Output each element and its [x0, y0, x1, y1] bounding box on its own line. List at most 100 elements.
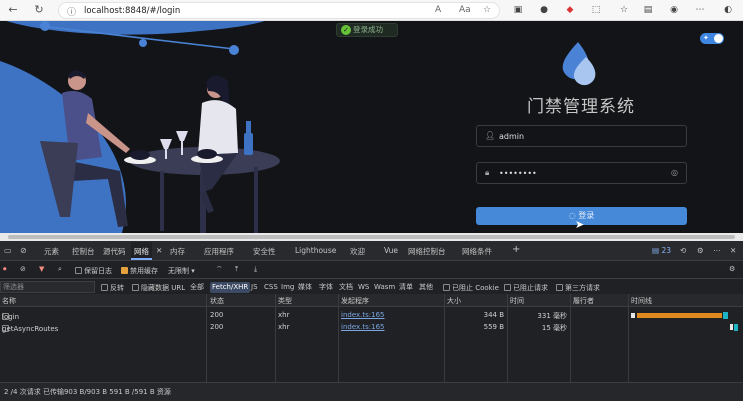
col-name[interactable]: 名称	[2, 296, 16, 306]
tab-memory[interactable]: 内存	[170, 246, 185, 257]
network-status-bar: 2 /4 次请求 已传输903 B/903 B 591 B /591 B 资源	[0, 382, 743, 401]
filter-img[interactable]: Img	[279, 282, 296, 293]
theme-toggle[interactable]: ✦	[700, 33, 724, 44]
tab-sources[interactable]: 源代码	[103, 246, 126, 257]
table-row[interactable]: login 200 xhr index.ts:165 344 B 331 毫秒	[0, 309, 743, 321]
edge-copilot-icon[interactable]: ◐	[722, 4, 734, 16]
eye-icon[interactable]: ◎	[671, 168, 678, 177]
hide-data-urls-checkbox[interactable]: 隐藏数据 URL	[132, 283, 185, 293]
tab-network-conditions[interactable]: 网络条件	[462, 246, 492, 257]
more-options-icon[interactable]: ⋯	[713, 246, 721, 255]
inspect-icon[interactable]: ⊘	[20, 246, 27, 255]
network-request-table: 名称 状态 类型 发起程序 大小 时间 履行者 时间线 login 200 xh…	[0, 294, 743, 382]
col-status[interactable]: 状态	[210, 296, 224, 306]
user-icon: 👤︎	[485, 131, 496, 140]
close-devtools-icon[interactable]: ✕	[730, 246, 736, 255]
tab-console[interactable]: 控制台	[72, 246, 95, 257]
disable-cache-checkbox[interactable]: 禁用缓存	[121, 266, 158, 276]
tab-network-console[interactable]: 网络控制台	[408, 246, 446, 257]
back-icon[interactable]: ←	[6, 3, 20, 17]
tab-welcome[interactable]: 欢迎	[350, 246, 365, 257]
col-fulfilled-by[interactable]: 履行者	[573, 296, 594, 306]
request-status: 200	[210, 311, 224, 319]
issues-badge[interactable]: ▤ 23	[652, 246, 671, 255]
username-input[interactable]	[499, 130, 649, 143]
device-toolbar-icon[interactable]: ▭	[4, 246, 12, 255]
favorite-star-icon[interactable]: ☆	[483, 5, 491, 15]
extension-puzzle-icon[interactable]: ⬚	[590, 4, 602, 16]
info-icon: ⓘ	[67, 8, 77, 18]
password-input[interactable]	[499, 167, 649, 180]
close-tab-icon[interactable]: ✕	[156, 246, 162, 255]
request-size: 344 B	[483, 311, 504, 319]
third-party-checkbox[interactable]: 第三方请求	[556, 283, 600, 293]
more-icon[interactable]: ⋯	[694, 4, 706, 16]
download-icon[interactable]: ⤓	[254, 265, 257, 274]
filter-doc[interactable]: 文档	[337, 282, 355, 293]
scrollbar-thumb[interactable]	[8, 235, 735, 239]
translate-icon[interactable]: Aa	[459, 5, 471, 15]
extension-icon[interactable]: ▣	[512, 4, 524, 16]
filter-js[interactable]: JS	[249, 282, 260, 293]
upload-icon[interactable]: ⤒	[235, 265, 238, 274]
filter-manifest[interactable]: 清单	[397, 282, 415, 293]
add-tab-icon[interactable]: +	[512, 244, 520, 255]
feedback-icon[interactable]: ⟲	[680, 246, 686, 255]
tab-network[interactable]: 网络	[131, 242, 152, 260]
network-settings-icon[interactable]: ⚙	[729, 265, 735, 273]
request-type: xhr	[278, 323, 290, 331]
col-time[interactable]: 时间	[510, 296, 524, 306]
search-icon[interactable]: ⌕	[58, 265, 62, 274]
invert-checkbox[interactable]: 反转	[101, 283, 124, 293]
col-waterfall[interactable]: 时间线	[631, 296, 652, 306]
record-icon[interactable]: ⏺	[3, 265, 7, 274]
request-initiator-link[interactable]: index.ts:165	[341, 311, 385, 319]
filter-other[interactable]: 其他	[417, 282, 435, 293]
wifi-icon[interactable]: ⌔	[216, 265, 223, 274]
preserve-log-checkbox[interactable]: 保留日志	[75, 266, 112, 276]
table-row[interactable]: getAsyncRoutes 200 xhr index.ts:165 559 …	[0, 321, 743, 333]
filter-fetch-xhr[interactable]: Fetch/XHR	[210, 282, 251, 293]
filter-wasm[interactable]: Wasm	[372, 282, 397, 293]
request-type: xhr	[278, 311, 290, 319]
address-bar[interactable]: ⓘ localhost:8848/#/login A Aa ☆	[58, 2, 500, 19]
tab-vue[interactable]: Vue	[384, 246, 398, 255]
waterfall-wait-bar	[637, 313, 722, 318]
col-size[interactable]: 大小	[447, 296, 461, 306]
tab-application[interactable]: 应用程序	[204, 246, 234, 257]
browser-toolbar: ← ↻ ⓘ localhost:8848/#/login A Aa ☆ ▣ ● …	[0, 0, 743, 21]
url-text: localhost:8848/#/login	[84, 6, 181, 16]
column-divider	[444, 294, 445, 382]
read-aloud-icon[interactable]: A	[435, 5, 441, 15]
filter-icon[interactable]: ▼	[39, 265, 44, 273]
col-type[interactable]: 类型	[278, 296, 292, 306]
blocked-cookies-checkbox[interactable]: 已阻止 Cookie	[443, 283, 499, 293]
filter-ws[interactable]: WS	[356, 282, 371, 293]
extension-circle-icon[interactable]: ●	[538, 4, 550, 16]
filter-css[interactable]: CSS	[262, 282, 280, 293]
settings-gear-icon[interactable]: ⚙	[697, 246, 704, 255]
tab-elements[interactable]: 元素	[44, 246, 59, 257]
refresh-icon[interactable]: ↻	[32, 3, 46, 17]
col-initiator[interactable]: 发起程序	[341, 296, 369, 306]
password-field[interactable]: 🔒︎ ◎	[476, 162, 687, 184]
filter-all[interactable]: 全部	[188, 282, 206, 293]
clear-icon[interactable]: ⊘	[20, 265, 26, 273]
tab-lighthouse[interactable]: Lighthouse	[295, 246, 336, 255]
username-field[interactable]: 👤︎	[476, 125, 687, 147]
filter-input[interactable]: 筛选器	[0, 281, 95, 293]
throttle-select[interactable]: 无限制 ▾	[168, 266, 195, 276]
collections-icon[interactable]: ▤	[642, 4, 654, 16]
waterfall-download-bar	[734, 324, 738, 331]
shield-extension-icon[interactable]: ◆	[564, 4, 576, 16]
request-initiator-link[interactable]: index.ts:165	[341, 323, 385, 331]
filter-font[interactable]: 字体	[317, 282, 335, 293]
blocked-requests-checkbox[interactable]: 已阻止请求	[504, 283, 548, 293]
horizontal-scrollbar[interactable]	[0, 233, 743, 241]
filter-media[interactable]: 媒体	[296, 282, 314, 293]
favorites-icon[interactable]: ☆	[618, 4, 630, 16]
tab-security[interactable]: 安全性	[253, 246, 276, 257]
success-toast: ✓ 登录成功	[336, 23, 398, 37]
profile-icon[interactable]: ◉	[668, 4, 680, 16]
login-page: ✓ 登录成功 ✦ 门禁管理系统 👤︎ 🔒︎ ◎ ◌ 登录 ➤	[0, 21, 743, 239]
